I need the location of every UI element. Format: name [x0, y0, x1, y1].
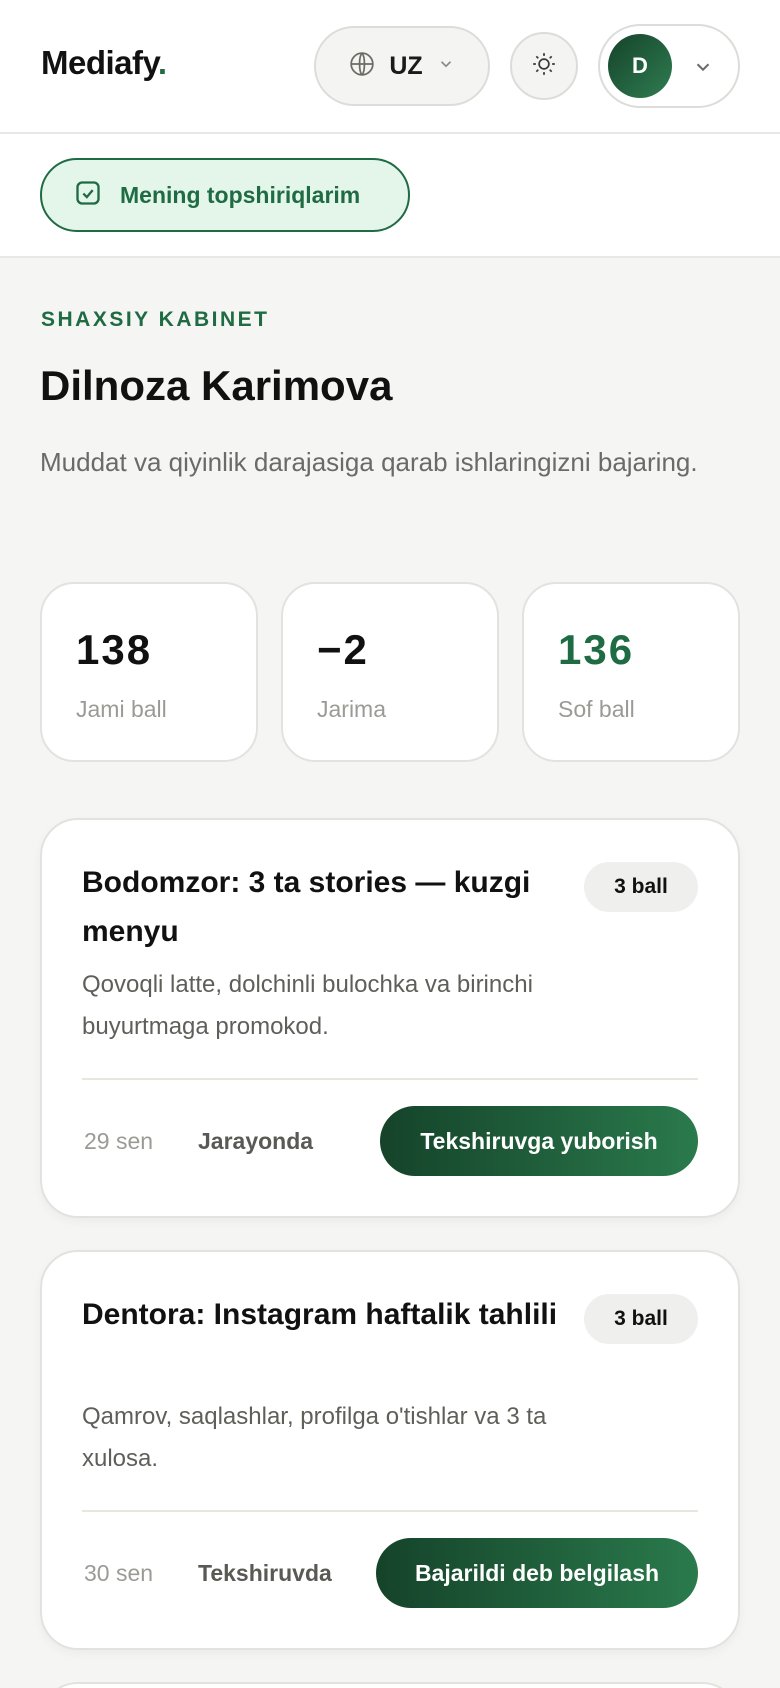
my-tasks-label: Mening topshiriqlarim: [120, 181, 361, 208]
sun-icon: [531, 51, 557, 82]
page-description: Muddat va qiyinlik darajasiga qarab ishl…: [40, 447, 698, 477]
points-badge: 3 ball: [584, 1294, 698, 1344]
avatar: D: [608, 34, 672, 98]
task-due-date: 29 sen: [84, 1128, 154, 1154]
stat-label: Jarima: [317, 696, 387, 722]
stat-value: 136: [558, 626, 635, 673]
task-title: Bodomzor: 3 ta stories — kuzgi menyu: [82, 866, 531, 948]
stat-value: −2: [317, 626, 369, 673]
task-title: Dentora: Instagram haftalik tahlili: [82, 1298, 558, 1331]
task-status: Tekshiruvda: [198, 1560, 332, 1586]
top-header: Mediafy. UZ D: [0, 0, 780, 134]
task-card-partial: [40, 1682, 740, 1688]
stat-card-total: 138 Jami ball: [40, 582, 258, 762]
task-status: Jarayonda: [198, 1128, 314, 1154]
task-due-date: 30 sen: [84, 1560, 154, 1586]
stat-label: Jami ball: [76, 696, 167, 722]
section-eyebrow: SHAXSIY KABINET: [41, 308, 270, 331]
page-title: Dilnoza Karimova: [40, 362, 393, 409]
stat-card-penalty: −2 Jarima: [281, 582, 499, 762]
checkbox-icon: [74, 179, 102, 212]
profile-menu-button[interactable]: D: [598, 24, 740, 108]
sub-navigation: Mening topshiriqlarim: [0, 134, 780, 258]
points-badge: 3 ball: [584, 862, 698, 912]
chevron-down-icon: [437, 55, 455, 78]
stat-value: 138: [76, 626, 153, 673]
mark-as-done-button[interactable]: Bajarildi deb belgilash: [376, 1538, 698, 1608]
task-card: Dentora: Instagram haftalik tahlili 3 ba…: [40, 1250, 740, 1650]
language-code: UZ: [389, 51, 423, 80]
divider: [82, 1078, 698, 1080]
logo-dot: .: [157, 44, 167, 81]
stat-label: Sof ball: [558, 696, 635, 722]
globe-icon: [349, 51, 375, 82]
divider: [82, 1510, 698, 1512]
logo-text: Mediafy: [41, 44, 158, 81]
task-card: Bodomzor: 3 ta stories — kuzgi menyu 3 b…: [40, 818, 740, 1218]
task-description: Qamrov, saqlashlar, profilga o'tishlar v…: [82, 1403, 547, 1472]
chevron-down-icon: [692, 56, 714, 83]
language-selector[interactable]: UZ: [314, 26, 490, 106]
my-tasks-tab[interactable]: Mening topshiriqlarim: [40, 158, 410, 232]
stat-card-net: 136 Sof ball: [522, 582, 740, 762]
task-description: Qovoqli latte, dolchinli bulochka va bir…: [82, 971, 533, 1040]
submit-for-review-button[interactable]: Tekshiruvga yuborish: [380, 1106, 698, 1176]
logo[interactable]: Mediafy.: [41, 44, 167, 82]
theme-toggle-button[interactable]: [510, 32, 578, 100]
